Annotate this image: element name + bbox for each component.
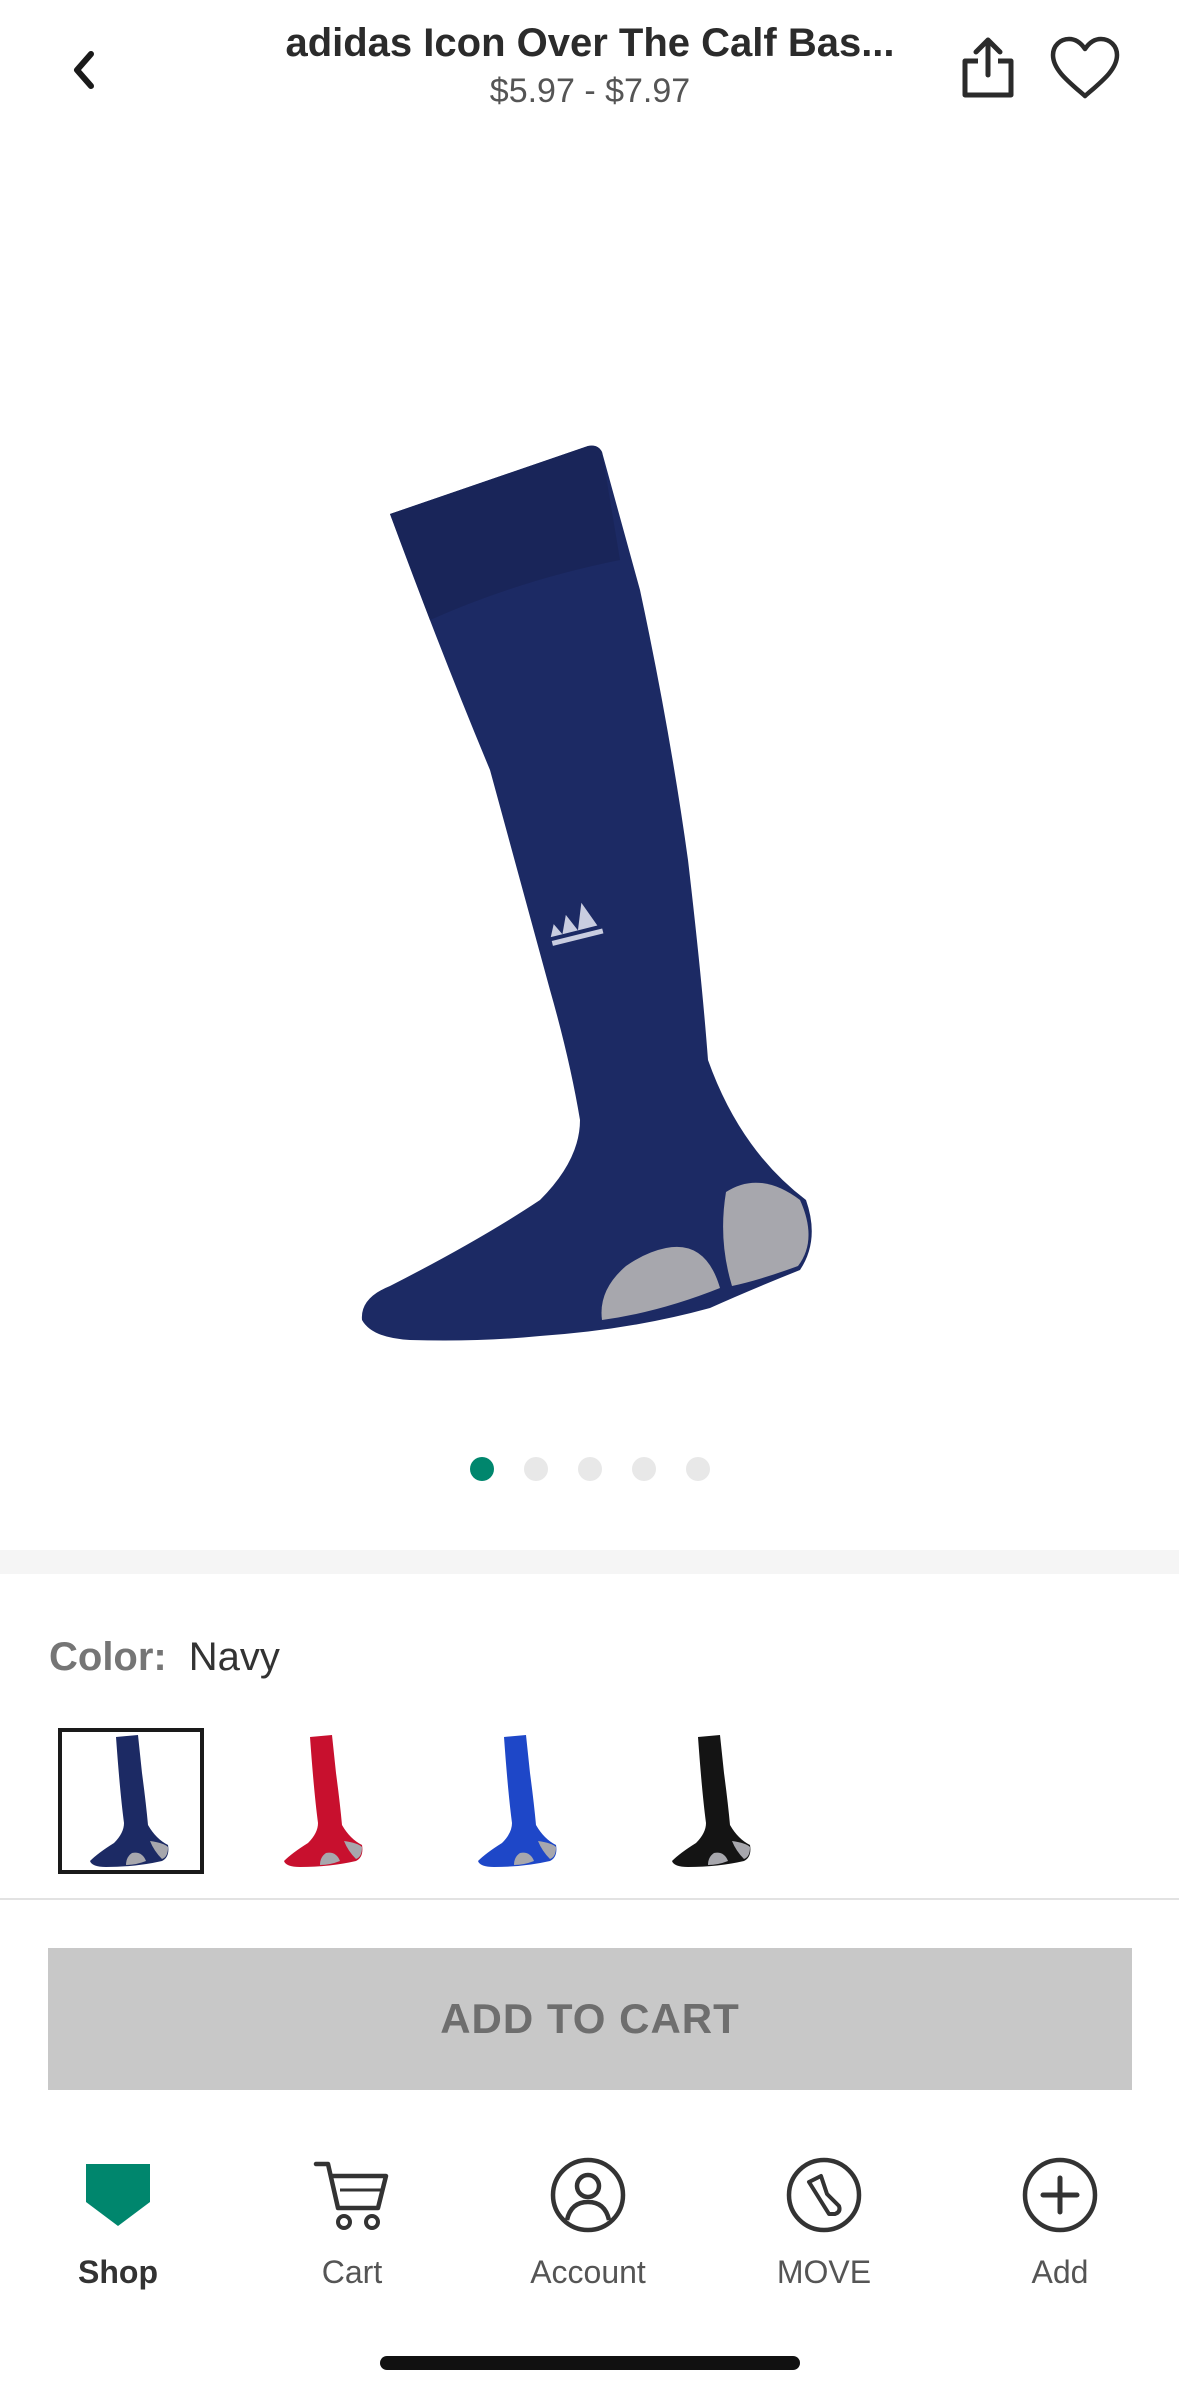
tab-move[interactable]: MOVE [724,2150,924,2292]
carousel-dot[interactable] [523,1457,548,1481]
carousel-dot[interactable] [631,1457,656,1481]
account-icon [550,2157,626,2233]
chevron-left-icon [74,51,94,89]
heart-icon [1050,36,1120,99]
tab-cart-label: Cart [321,2254,383,2290]
color-swatches [58,1728,786,1874]
add-to-cart-label: ADD TO CART [440,1995,740,2042]
tab-add-label: Add [1031,2254,1089,2290]
sock-thumbnail [478,1735,557,1867]
add-to-cart-button[interactable]: ADD TO CART [48,1948,1132,2090]
color-label: Color: [49,1635,167,1679]
section-divider [0,1550,1179,1574]
share-button[interactable] [955,32,1021,104]
home-indicator [380,2356,800,2370]
home-plate-icon [86,2164,150,2226]
swatch-royal-blue[interactable] [446,1728,592,1874]
sock-thumbnail [284,1735,363,1867]
bottom-tab-bar: Shop Cart Account MOVE Add [0,2150,1179,2310]
carousel-dot[interactable] [577,1457,602,1481]
tab-shop[interactable]: Shop [18,2150,218,2292]
tab-account[interactable]: Account [488,2150,688,2292]
price-range: $5.97 - $7.97 [489,72,691,110]
plus-circle-icon [1022,2157,1098,2233]
favorite-button[interactable] [1045,30,1125,106]
carousel-dot[interactable] [685,1457,710,1481]
tab-add[interactable]: Add [960,2150,1160,2292]
title-block: adidas Icon Over The Calf Bas... $5.97 -… [250,18,930,112]
carousel-indicator [0,1457,1179,1481]
header: adidas Icon Over The Calf Bas... $5.97 -… [0,0,1179,140]
cart-icon [313,2161,389,2230]
color-selector-heading: Color: Navy [49,1632,280,1682]
swatch-black[interactable] [640,1728,786,1874]
tab-shop-label: Shop [78,2254,158,2290]
product-detail-screen: adidas Icon Over The Calf Bas... $5.97 -… [0,0,1179,2396]
swatch-red[interactable] [252,1728,398,1874]
carousel-dot[interactable] [469,1457,494,1481]
tab-move-label: MOVE [776,2254,872,2290]
divider [0,1898,1179,1900]
back-button[interactable] [52,38,116,102]
tab-cart[interactable]: Cart [252,2150,452,2292]
product-title: adidas Icon Over The Calf Bas... [285,21,895,65]
selected-color: Navy [188,1635,280,1679]
swatch-navy[interactable] [58,1728,204,1874]
share-icon [962,37,1014,98]
sock-thumbnail [90,1735,169,1867]
tab-account-label: Account [530,2254,646,2290]
product-image-carousel[interactable] [0,140,1179,1530]
shoe-icon [786,2157,862,2233]
product-image [361,445,812,1341]
sock-thumbnail [672,1735,751,1867]
